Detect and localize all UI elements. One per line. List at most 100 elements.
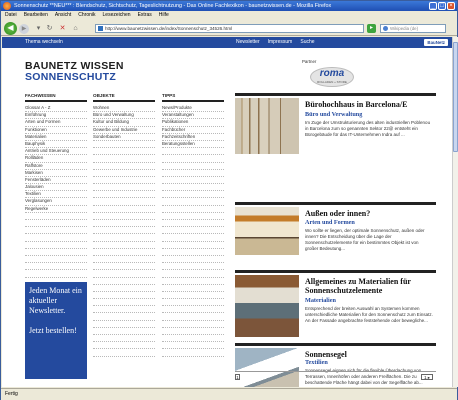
status-text: Fertig bbox=[5, 391, 18, 397]
nav-link[interactable]: Publikationen bbox=[162, 119, 224, 127]
nav-link[interactable]: Regelwerke bbox=[25, 206, 87, 213]
list-row bbox=[162, 263, 224, 271]
nav-link[interactable]: Beratungsstellen bbox=[162, 141, 224, 149]
divider bbox=[235, 202, 436, 205]
theme-switch-link[interactable]: Thema wechseln bbox=[25, 37, 63, 48]
stop-icon[interactable]: ✕ bbox=[58, 24, 67, 33]
nav-link[interactable]: Textilien bbox=[25, 191, 87, 199]
article-title[interactable]: Außen oder innen? bbox=[305, 209, 435, 218]
list-row bbox=[93, 155, 155, 163]
nav-link[interactable]: Materialien bbox=[25, 134, 87, 141]
article-image[interactable] bbox=[235, 275, 299, 337]
menu-hilfe[interactable]: Hilfe bbox=[159, 11, 169, 20]
partner-logo[interactable]: roma ROLLADEN + STORE bbox=[310, 67, 354, 87]
list-row bbox=[25, 249, 87, 256]
impressum-link[interactable]: Impressum bbox=[268, 37, 293, 48]
search-input[interactable]: Wikipedia (de) bbox=[380, 24, 446, 33]
back-arrow-icon[interactable]: ◀ bbox=[4, 22, 17, 35]
nav-link[interactable]: Fachzeitschriften bbox=[162, 134, 224, 141]
list-row bbox=[93, 292, 155, 300]
objekte-list: Wohnen Büro und Verwaltung Kultur und Bild… bbox=[93, 105, 155, 357]
article-category[interactable]: Arten und Formen bbox=[305, 219, 355, 226]
menu-bearbeiten[interactable]: Bearbeiten bbox=[24, 11, 48, 20]
browser-window: Sonnenschutz **NEU*** : Blendschutz, Sic… bbox=[0, 0, 458, 400]
vertical-scrollbar[interactable] bbox=[452, 37, 458, 387]
nav-link[interactable]: Markisen bbox=[25, 170, 87, 177]
list-row bbox=[162, 328, 224, 335]
next-page-button[interactable]: 1 ▸ bbox=[421, 374, 433, 380]
list-row bbox=[93, 191, 155, 199]
article-title[interactable]: Allgemeines zu Materialien für Sonnensch… bbox=[305, 277, 435, 295]
article-title[interactable]: Bürohochhaus in Barcelona/E bbox=[305, 100, 435, 109]
nav-link[interactable]: Verglasungen bbox=[25, 198, 87, 206]
article-image[interactable] bbox=[235, 98, 299, 154]
nav-link[interactable]: Funktionen bbox=[25, 127, 87, 134]
list-row bbox=[162, 349, 224, 357]
nav-link[interactable]: Rollläden bbox=[25, 155, 87, 163]
list-row bbox=[93, 306, 155, 314]
url-input[interactable]: http://www.baunetzwissen.de/index/Sonnen… bbox=[95, 24, 364, 33]
window-title: Sonnenschutz **NEU*** : Blendschutz, Sic… bbox=[14, 3, 332, 9]
article-excerpt: Entsprechend der breiten Auswahl an Syst… bbox=[305, 306, 433, 323]
menu-extras[interactable]: Extras bbox=[138, 11, 152, 20]
article-excerpt: Wo sollte er liegen, der optimale Sonnen… bbox=[305, 228, 425, 251]
minimize-button[interactable]: _ bbox=[429, 2, 437, 10]
scrollbar-thumb[interactable] bbox=[453, 42, 458, 152]
reload-icon[interactable]: ↻ bbox=[45, 24, 54, 33]
status-bar: Fertig bbox=[1, 388, 457, 400]
close-button[interactable]: × bbox=[447, 2, 455, 10]
firefox-icon bbox=[3, 2, 11, 10]
article-category[interactable]: Büro und Verwaltung bbox=[305, 111, 362, 118]
nav-link[interactable]: Glossar A - Z bbox=[25, 105, 87, 113]
list-row bbox=[25, 234, 87, 242]
nav-link[interactable]: Veranstaltungen bbox=[162, 112, 224, 120]
nav-link[interactable]: Jalousien bbox=[25, 184, 87, 192]
nav-link[interactable]: Arten und Formen bbox=[25, 119, 87, 127]
nav-link[interactable]: Wohnen bbox=[93, 105, 155, 113]
go-arrow-icon[interactable]: ▸ bbox=[367, 24, 376, 33]
forward-arrow-icon[interactable]: ▶ bbox=[19, 24, 29, 34]
article-category[interactable]: Materialien bbox=[305, 297, 336, 304]
baunetz-badge[interactable]: BauNetz bbox=[424, 39, 448, 46]
list-row bbox=[162, 335, 224, 343]
article-image[interactable] bbox=[235, 348, 299, 387]
menu-ansicht[interactable]: Ansicht bbox=[55, 11, 71, 20]
nav-link[interactable]: Gewerbe und Industrie bbox=[93, 127, 155, 134]
maximize-button[interactable]: □ bbox=[438, 2, 446, 10]
nav-link[interactable]: News/Produkte bbox=[162, 105, 224, 113]
nav-link[interactable]: Fensterläden bbox=[25, 177, 87, 185]
menu-chronik[interactable]: Chronik bbox=[78, 11, 95, 20]
site-logo-line2[interactable]: SONNENSCHUTZ bbox=[25, 72, 116, 83]
list-row bbox=[25, 270, 87, 278]
list-row bbox=[162, 256, 224, 264]
nav-link[interactable]: Antrieb und Steuerung bbox=[25, 148, 87, 156]
article-title[interactable]: Sonnensegel bbox=[305, 350, 435, 359]
list-row bbox=[162, 220, 224, 228]
nav-link[interactable]: Einführung bbox=[25, 112, 87, 120]
list-row bbox=[93, 234, 155, 242]
home-icon[interactable]: ⌂ bbox=[71, 24, 80, 33]
history-dropdown-icon[interactable]: ▾ bbox=[34, 24, 43, 33]
nav-link[interactable]: Fachbücher bbox=[162, 127, 224, 134]
article-excerpt: Im Zuge der Umstrukturierung des alten i… bbox=[305, 120, 431, 137]
menu-bar: Datei Bearbeiten Ansicht Chronik Lesezei… bbox=[1, 11, 457, 20]
list-row bbox=[25, 227, 87, 235]
page-number-button[interactable]: 1 bbox=[235, 374, 240, 380]
nav-link[interactable]: Büro und Verwaltung bbox=[93, 112, 155, 120]
article-image[interactable] bbox=[235, 207, 299, 255]
menu-lesezeichen[interactable]: Lesezeichen bbox=[103, 11, 131, 20]
list-row bbox=[93, 270, 155, 278]
newsletter-promo[interactable]: Jeden Monat ein aktueller Newsletter. Je… bbox=[25, 282, 87, 379]
newsletter-link[interactable]: Newsletter bbox=[236, 37, 260, 48]
menu-datei[interactable]: Datei bbox=[5, 11, 17, 20]
promo-text: Jeden Monat ein aktueller Newsletter. bbox=[29, 286, 82, 315]
nav-link[interactable]: Kultur und Bildung bbox=[93, 119, 155, 127]
nav-link[interactable]: Bauphysik bbox=[25, 141, 87, 149]
search-link[interactable]: Suche bbox=[300, 37, 314, 48]
nav-link[interactable]: Sonderbauten bbox=[93, 134, 155, 141]
article-category[interactable]: Textilien bbox=[305, 359, 328, 366]
divider bbox=[235, 270, 436, 273]
list-row bbox=[162, 313, 224, 321]
list-row bbox=[162, 242, 224, 249]
nav-link[interactable]: Raffstore bbox=[25, 163, 87, 170]
